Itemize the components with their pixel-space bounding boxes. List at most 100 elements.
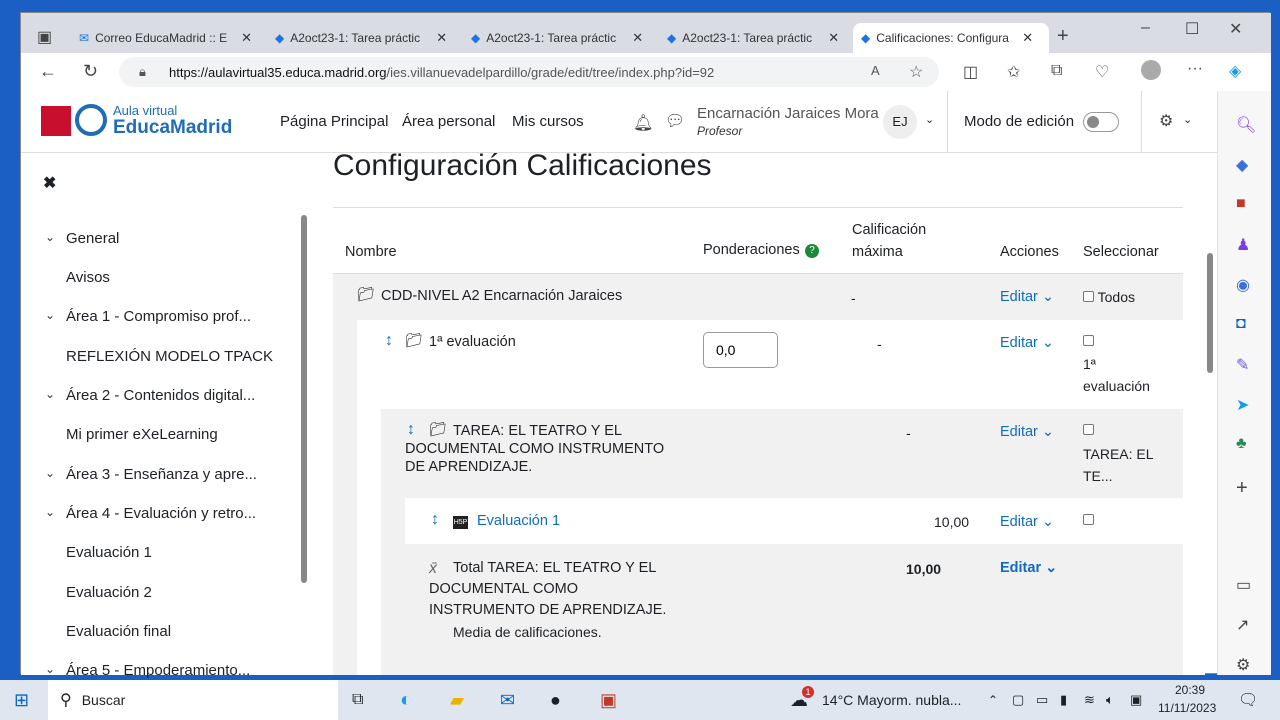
tab-tarea-2[interactable]: ◆ A2oct23-1: Tarea práctic ✕ <box>463 23 655 53</box>
section-area-5[interactable]: Área 5 - Empoderamiento... <box>66 662 250 679</box>
split-screen-icon[interactable]: ◫ <box>963 62 978 82</box>
microsoft365-icon[interactable]: ◉ <box>1236 275 1250 295</box>
toolbox-icon[interactable]: ■ <box>1236 195 1246 213</box>
volume-icon[interactable]: 🔈︎ <box>1106 692 1114 708</box>
close-tab-icon[interactable]: ✕ <box>828 30 839 46</box>
chevron-down-icon[interactable]: ⌄ <box>45 505 55 519</box>
chevron-down-icon[interactable]: ⌄ <box>45 230 55 244</box>
messages-icon[interactable]: 💬︎ <box>665 111 685 131</box>
minimize-icon[interactable]: – <box>1141 19 1150 37</box>
show-hidden-icons[interactable]: ⌃ <box>988 693 998 707</box>
settings-gear-icon[interactable]: ⚙ <box>1159 111 1173 131</box>
chevron-down-icon[interactable]: ⌄ <box>45 662 55 676</box>
notifications-icon[interactable]: 🗨︎ <box>1238 690 1258 710</box>
url-input[interactable]: 🔒︎ https://aulavirtual35.educa.madrid.or… <box>119 57 939 87</box>
tab-actions-icon[interactable]: ▣ <box>37 27 52 47</box>
user-avatar[interactable]: EJ <box>883 105 917 139</box>
battery-icon[interactable]: ▭ <box>1036 692 1048 708</box>
move-icon[interactable]: ↕ <box>431 511 439 529</box>
chevron-down-icon[interactable]: ⌄ <box>45 466 55 480</box>
chevron-down-icon[interactable]: ⌄ <box>45 308 55 322</box>
settings-icon[interactable]: ⚙ <box>1236 655 1250 675</box>
search-icon[interactable]: 🔍︎ <box>1236 115 1256 135</box>
chevron-down-icon[interactable]: ⌄ <box>925 113 934 126</box>
section-area-1[interactable]: Área 1 - Compromiso prof... <box>66 308 251 325</box>
section-area-4[interactable]: Área 4 - Evaluación y retro... <box>66 505 256 522</box>
weight-input[interactable] <box>703 332 778 368</box>
read-aloud-icon[interactable]: A <box>871 63 880 78</box>
back-icon[interactable]: ← <box>39 61 57 82</box>
microphone-icon[interactable]: ▮ <box>1060 692 1067 708</box>
close-tab-icon[interactable]: ✕ <box>1022 30 1033 46</box>
health-icon[interactable]: ♡ <box>1095 62 1109 82</box>
tag-icon[interactable]: ◆ <box>1236 155 1248 175</box>
app-icon[interactable]: ● <box>550 690 561 711</box>
close-tab-icon[interactable]: ✕ <box>632 30 643 46</box>
taskbar-search[interactable]: ⚲ Buscar <box>48 680 338 720</box>
edit-cat2-menu[interactable]: Editar ⌄ <box>1000 424 1054 440</box>
nav-area-personal[interactable]: Área personal <box>402 113 495 130</box>
send-icon[interactable]: ➤ <box>1236 395 1249 415</box>
page-scrollbar[interactable] <box>1207 253 1213 373</box>
file-explorer-icon[interactable]: ▰ <box>450 690 464 711</box>
section-area-3[interactable]: Área 3 - Enseñanza y apre... <box>66 466 257 483</box>
mail-icon[interactable]: ✉ <box>500 690 515 711</box>
office-icon[interactable]: ▣ <box>600 690 617 711</box>
tab-tarea-1[interactable]: ◆ A2oct23-1: Tarea práctic ✕ <box>267 23 459 53</box>
windows-start-icon[interactable]: ⊞ <box>14 690 29 711</box>
close-window-icon[interactable]: ✕ <box>1229 19 1242 39</box>
activity-evaluacion-1[interactable]: Evaluación 1 <box>66 544 152 561</box>
activity-avisos[interactable]: Avisos <box>66 269 110 286</box>
bell-icon[interactable]: 🔔︎ <box>633 113 653 133</box>
tab-correo[interactable]: ✉ Correo EducaMadrid :: E ✕ <box>71 23 263 53</box>
task-view-icon[interactable]: ⧉ <box>352 691 363 709</box>
nav-mis-cursos[interactable]: Mis cursos <box>512 113 584 130</box>
select-cat2-checkbox[interactable] <box>1083 422 1094 438</box>
close-drawer-icon[interactable]: ✖ <box>43 173 56 193</box>
clock-time[interactable]: 20:39 <box>1162 683 1218 697</box>
grade-item-link[interactable]: Evaluación 1 <box>477 513 560 529</box>
activity-evaluacion-final[interactable]: Evaluación final <box>66 623 171 640</box>
edit-item-menu[interactable]: Editar ⌄ <box>1000 514 1054 530</box>
favorite-star-icon[interactable]: ☆ <box>909 62 923 82</box>
nav-pagina-principal[interactable]: Página Principal <box>280 113 388 130</box>
more-icon[interactable]: ··· <box>1187 60 1203 78</box>
close-tab-icon[interactable]: ✕ <box>436 30 447 46</box>
tree-icon[interactable]: ♣ <box>1236 435 1247 453</box>
profile-avatar[interactable] <box>1141 60 1161 80</box>
edit-course-menu[interactable]: Editar ⌄ <box>1000 289 1054 305</box>
meet-icon[interactable]: ▢ <box>1012 692 1024 708</box>
section-general[interactable]: General <box>66 230 119 247</box>
sidebar-toggle-icon[interactable]: ▭ <box>1236 575 1251 595</box>
select-item-checkbox[interactable] <box>1083 512 1094 528</box>
activity-exelearning[interactable]: Mi primer eXeLearning <box>66 426 218 443</box>
refresh-icon[interactable]: ↻ <box>83 61 98 82</box>
select-cat1-checkbox[interactable] <box>1083 333 1094 349</box>
display-icon[interactable]: ▣ <box>1130 692 1142 708</box>
outlook-icon[interactable]: ◘ <box>1236 315 1246 333</box>
external-link-icon[interactable]: ↗ <box>1236 615 1249 635</box>
move-icon[interactable]: ↕ <box>385 332 393 350</box>
clock-date[interactable]: 11/11/2023 <box>1158 701 1216 715</box>
new-tab-icon[interactable]: + <box>1057 25 1069 48</box>
edge-icon[interactable]: ◐ <box>400 689 412 712</box>
help-icon[interactable]: ? <box>805 244 819 258</box>
move-icon[interactable]: ↕ <box>407 421 415 439</box>
tab-tarea-3[interactable]: ◆ A2oct23-1: Tarea práctic ✕ <box>659 23 851 53</box>
chevron-down-icon[interactable]: ⌄ <box>1183 113 1192 126</box>
maximize-icon[interactable]: ☐ <box>1185 19 1199 39</box>
favorites-icon[interactable]: ✩ <box>1007 62 1020 82</box>
collections-icon[interactable]: ⧉ <box>1051 62 1062 80</box>
section-area-2[interactable]: Área 2 - Contenidos digital... <box>66 387 255 404</box>
select-all-checkbox[interactable]: Todos <box>1083 289 1135 305</box>
drawer-scrollbar[interactable] <box>301 215 307 583</box>
edit-cat1-menu[interactable]: Editar ⌄ <box>1000 335 1054 351</box>
copilot-icon[interactable]: ◈ <box>1229 61 1241 81</box>
close-tab-icon[interactable]: ✕ <box>241 30 252 46</box>
games-icon[interactable]: ♟ <box>1236 235 1250 255</box>
add-icon[interactable]: + <box>1236 477 1248 500</box>
activity-tpack[interactable]: REFLEXIÓN MODELO TPACK <box>66 348 273 365</box>
designer-icon[interactable]: ✎ <box>1236 355 1249 375</box>
activity-evaluacion-2[interactable]: Evaluación 2 <box>66 584 152 601</box>
wifi-icon[interactable]: ≋ <box>1084 692 1095 708</box>
